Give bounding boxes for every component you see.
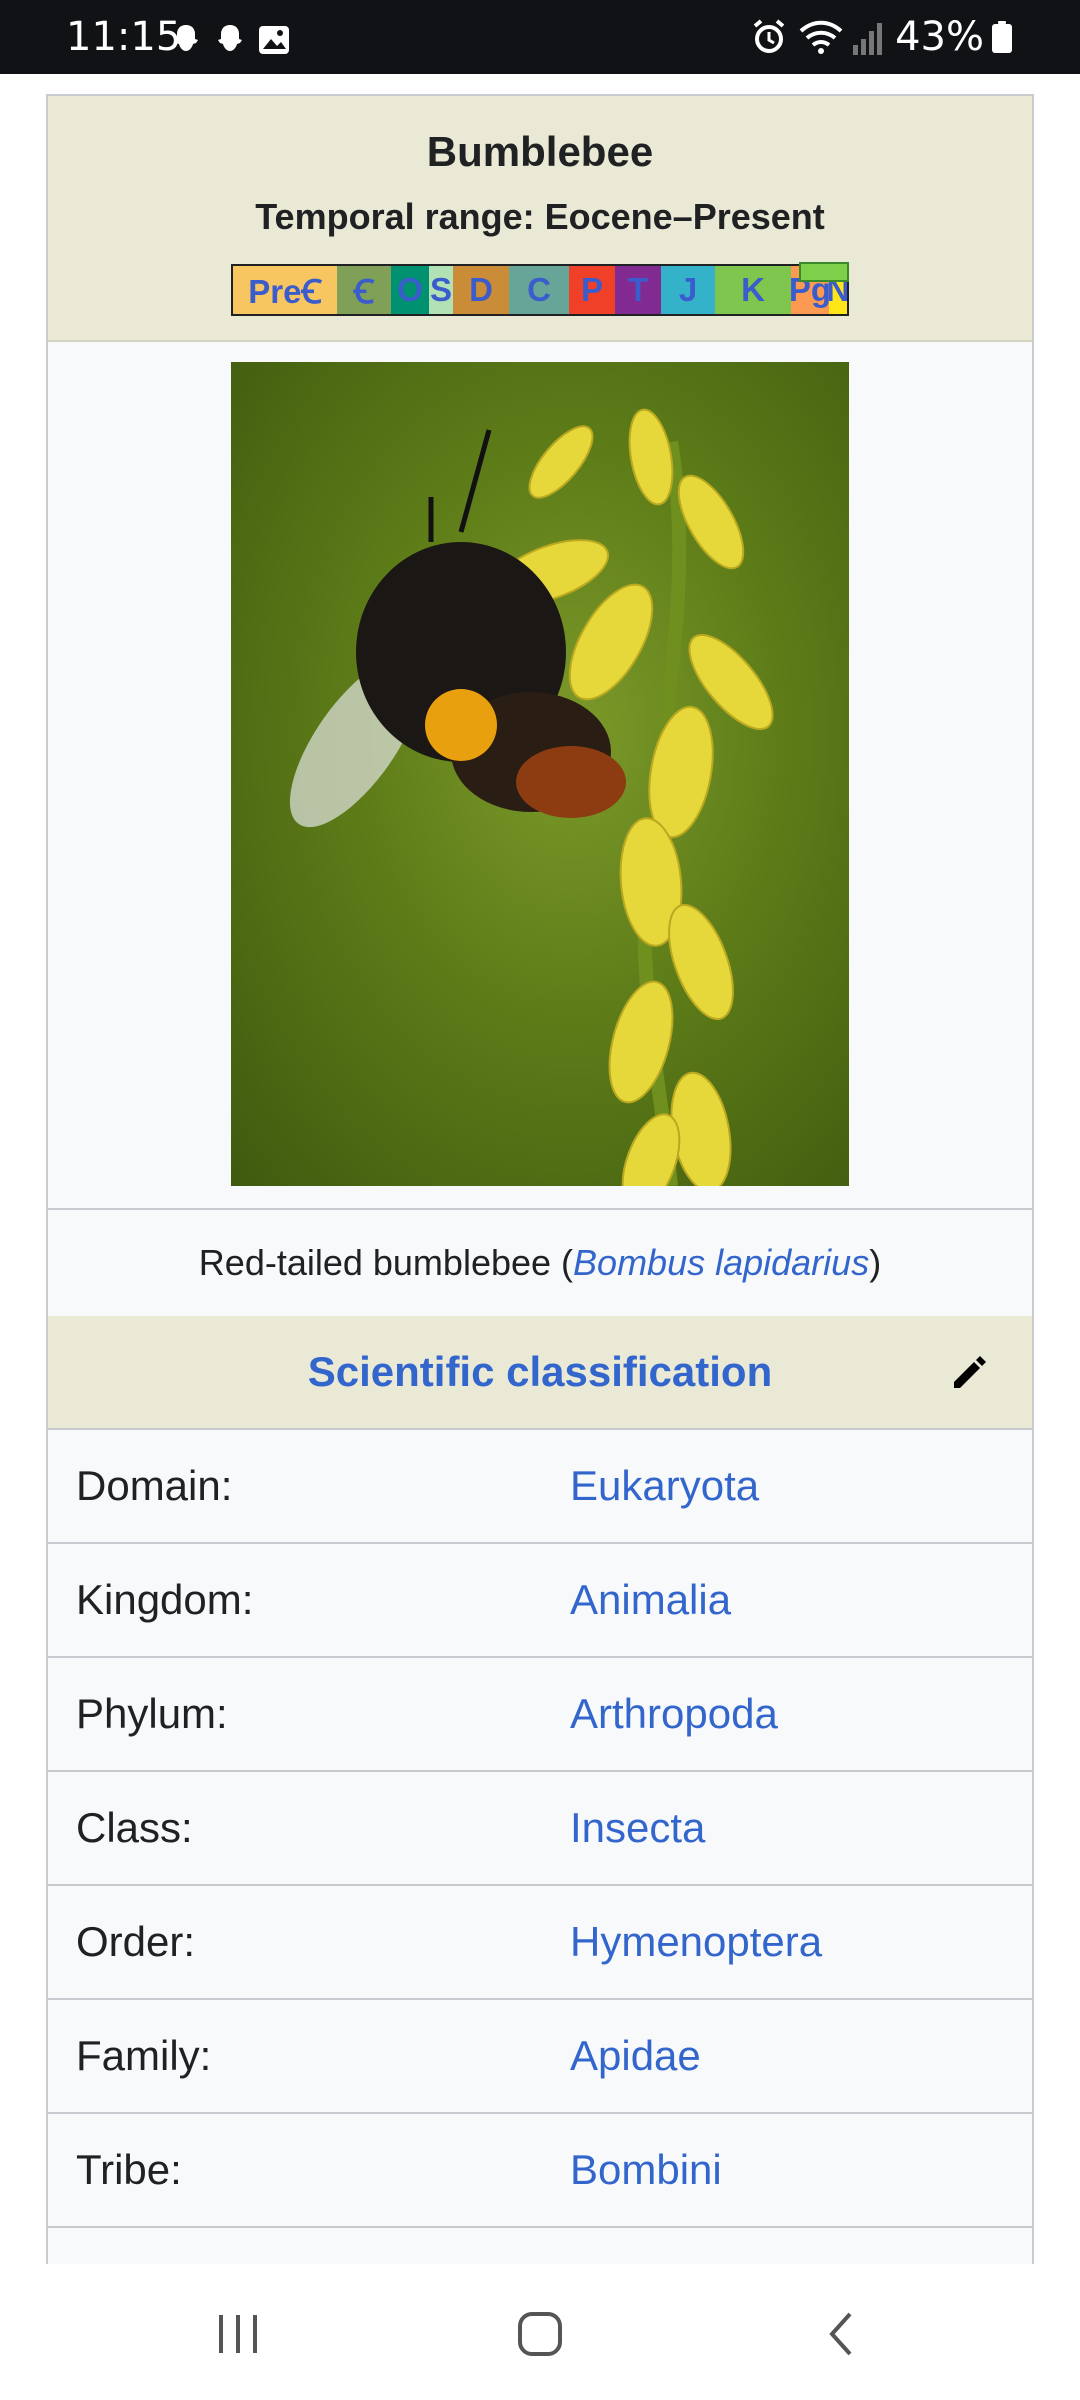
alarm-icon — [753, 19, 785, 53]
home-button[interactable] — [500, 2304, 580, 2364]
rank-label: Order: — [76, 1918, 196, 1965]
bumblebee-illustration — [289, 408, 774, 1186]
caption-species-link[interactable]: Bombus lapidarius — [573, 1242, 869, 1284]
snapchat-icon — [174, 25, 198, 51]
table-row: Kingdom: Animalia — [48, 1544, 1032, 1658]
timeline-range-marker — [799, 262, 849, 282]
timeline-segment-carboniferous[interactable]: C — [509, 266, 569, 314]
timeline-segment-devonian[interactable]: D — [453, 266, 509, 314]
species-infobox: Bumblebee Temporal range: Eocene–Present… — [46, 94, 1034, 2264]
taxon-link[interactable]: Animalia — [570, 1544, 731, 1656]
timeline-segment-triassic[interactable]: T — [615, 266, 661, 314]
table-row: Phylum: Arthropoda — [48, 1658, 1032, 1772]
taxon-link[interactable]: Insecta — [570, 1772, 705, 1884]
pencil-edit-icon[interactable] — [948, 1350, 992, 1394]
infobox-title: Bumblebee — [426, 128, 654, 175]
rank-label: Kingdom: — [76, 1576, 254, 1623]
infobox-header: Bumblebee Temporal range: Eocene–Present… — [48, 96, 1032, 342]
image-caption: Red-tailed bumblebee (Bombus lapidarius) — [48, 1208, 1032, 1318]
rank-label: Phylum: — [76, 1690, 228, 1737]
timeline-segment-silurian[interactable]: S — [429, 266, 453, 314]
back-button[interactable] — [802, 2304, 882, 2364]
rank-label: Domain: — [76, 1462, 233, 1509]
taxon-link[interactable]: Apidae — [570, 2000, 701, 2112]
taxon-link[interactable]: Arthropoda — [570, 1658, 778, 1770]
bumblebee-photo[interactable] — [231, 362, 849, 1186]
table-row: Domain: Eukaryota — [48, 1430, 1032, 1544]
status-time: 11:15 — [66, 14, 182, 60]
timeline-segment-jurassic[interactable]: J — [661, 266, 715, 314]
signal-icon — [853, 23, 883, 55]
caption-prefix: Red-tailed bumblebee ( — [198, 1242, 574, 1283]
table-row: Class: Insecta — [48, 1772, 1032, 1886]
battery-percent: 43% — [895, 14, 984, 60]
classification-table: Domain: Eukaryota Kingdom: Animalia Phyl… — [48, 1430, 1032, 2228]
timeline-segment-cretaceous[interactable]: K — [715, 266, 791, 314]
wifi-6e-icon — [799, 20, 843, 54]
timeline-segment-permian[interactable]: P — [569, 266, 615, 314]
recent-apps-button[interactable] — [198, 2304, 278, 2364]
snapchat-icon — [218, 25, 242, 51]
image-icon — [259, 26, 289, 54]
classification-title[interactable]: Scientific classification — [308, 1348, 773, 1396]
rank-label: Class: — [76, 1804, 193, 1851]
back-chevron-icon — [829, 2312, 852, 2356]
temporal-range: Temporal range: Eocene–Present — [255, 196, 825, 237]
notification-icons — [168, 22, 292, 58]
taxon-link[interactable]: Bombini — [570, 2114, 722, 2226]
classification-header: Scientific classification — [48, 1316, 1032, 1430]
table-row: Family: Apidae — [48, 2000, 1032, 2114]
rank-label: Tribe: — [76, 2146, 182, 2193]
table-row: Order: Hymenoptera — [48, 1886, 1032, 2000]
home-icon — [518, 2312, 562, 2356]
system-icons: 43% — [749, 14, 1080, 60]
status-bar: 11:15 43% — [0, 0, 1080, 74]
geologic-timeline[interactable]: PreꞒ Ꞓ O S D C P T J K Pg N — [231, 262, 849, 316]
taxon-link[interactable]: Eukaryota — [570, 1430, 759, 1542]
timeline-segment-ordovician[interactable]: O — [391, 266, 429, 314]
caption-suffix: ) — [869, 1242, 882, 1283]
system-navigation-bar — [0, 2264, 1080, 2400]
timeline-segment-cambrian[interactable]: Ꞓ — [337, 266, 391, 314]
timeline-segment-precambrian[interactable]: PreꞒ — [233, 266, 337, 314]
recent-apps-icon — [219, 2315, 257, 2353]
rank-label: Family: — [76, 2032, 212, 2079]
taxon-link[interactable]: Hymenoptera — [570, 1886, 822, 1998]
battery-icon — [992, 21, 1012, 53]
table-row: Tribe: Bombini — [48, 2114, 1032, 2228]
